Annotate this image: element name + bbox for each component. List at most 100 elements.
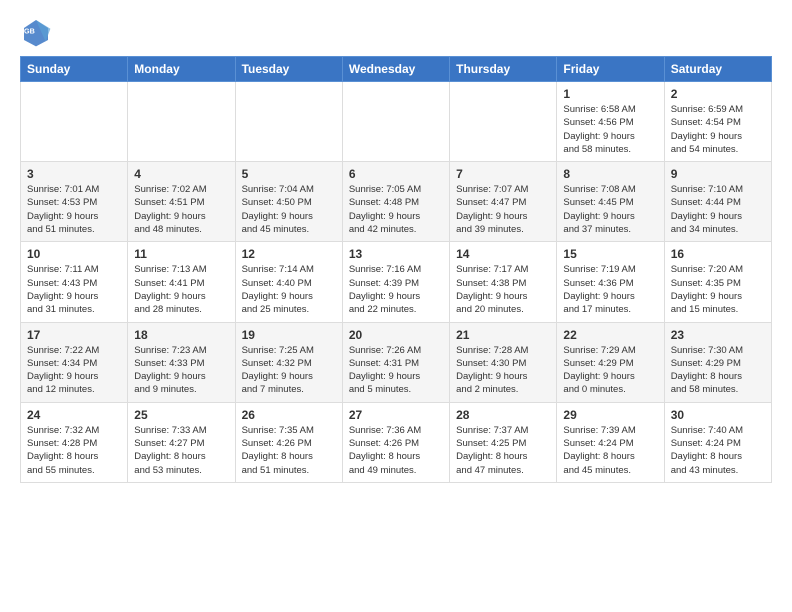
day-number: 22: [563, 328, 657, 342]
day-info: Sunrise: 7:33 AM Sunset: 4:27 PM Dayligh…: [134, 424, 228, 477]
day-number: 18: [134, 328, 228, 342]
calendar-week-row: 10 Sunrise: 7:11 AM Sunset: 4:43 PM Dayli…: [21, 242, 772, 322]
day-number: 19: [242, 328, 336, 342]
calendar-day: 21 Sunrise: 7:28 AM Sunset: 4:30 PM Dayli…: [450, 322, 557, 402]
day-number: 8: [563, 167, 657, 181]
calendar-day: 9 Sunrise: 7:10 AM Sunset: 4:44 PM Daylig…: [664, 162, 771, 242]
day-number: 2: [671, 87, 765, 101]
day-number: 6: [349, 167, 443, 181]
day-number: 21: [456, 328, 550, 342]
calendar-day: 17 Sunrise: 7:22 AM Sunset: 4:34 PM Dayli…: [21, 322, 128, 402]
calendar-day: 18 Sunrise: 7:23 AM Sunset: 4:33 PM Dayli…: [128, 322, 235, 402]
calendar-day: 8Sunrise: 7:08 AM Sunset: 4:45 PM Daylig…: [557, 162, 664, 242]
day-info: Sunrise: 7:10 AM Sunset: 4:44 PM Dayligh…: [671, 183, 765, 236]
calendar-day: [450, 82, 557, 162]
day-info: Sunrise: 7:30 AM Sunset: 4:29 PM Dayligh…: [671, 344, 765, 397]
calendar-day: 2 Sunrise: 6:59 AM Sunset: 4:54 PM Daylig…: [664, 82, 771, 162]
calendar-day: [235, 82, 342, 162]
calendar-header-saturday: Saturday: [664, 57, 771, 82]
calendar-day: 5 Sunrise: 7:04 AM Sunset: 4:50 PM Daylig…: [235, 162, 342, 242]
day-info: Sunrise: 7:35 AM Sunset: 4:26 PM Dayligh…: [242, 424, 336, 477]
day-info: Sunrise: 7:26 AM Sunset: 4:31 PM Dayligh…: [349, 344, 443, 397]
calendar-day: 23 Sunrise: 7:30 AM Sunset: 4:29 PM Dayli…: [664, 322, 771, 402]
calendar-header-thursday: Thursday: [450, 57, 557, 82]
day-info: Sunrise: 7:40 AM Sunset: 4:24 PM Dayligh…: [671, 424, 765, 477]
calendar-day: 26 Sunrise: 7:35 AM Sunset: 4:26 PM Dayli…: [235, 402, 342, 482]
day-number: 3: [27, 167, 121, 181]
day-info: Sunrise: 6:58 AM Sunset: 4:56 PM Dayligh…: [563, 103, 657, 156]
calendar-day: 6 Sunrise: 7:05 AM Sunset: 4:48 PM Daylig…: [342, 162, 449, 242]
calendar-day: 13 Sunrise: 7:16 AM Sunset: 4:39 PM Dayli…: [342, 242, 449, 322]
day-info: Sunrise: 7:22 AM Sunset: 4:34 PM Dayligh…: [27, 344, 121, 397]
day-info: Sunrise: 7:13 AM Sunset: 4:41 PM Dayligh…: [134, 263, 228, 316]
calendar-day: 29 Sunrise: 7:39 AM Sunset: 4:24 PM Dayli…: [557, 402, 664, 482]
day-number: 5: [242, 167, 336, 181]
day-number: 12: [242, 247, 336, 261]
calendar-day: 10 Sunrise: 7:11 AM Sunset: 4:43 PM Dayli…: [21, 242, 128, 322]
day-info: Sunrise: 7:07 AM Sunset: 4:47 PM Dayligh…: [456, 183, 550, 236]
day-number: 15: [563, 247, 657, 261]
calendar-header-wednesday: Wednesday: [342, 57, 449, 82]
day-number: 25: [134, 408, 228, 422]
day-number: 10: [27, 247, 121, 261]
calendar-week-row: 1 Sunrise: 6:58 AM Sunset: 4:56 PM Daylig…: [21, 82, 772, 162]
day-number: 30: [671, 408, 765, 422]
calendar-day: 24Sunrise: 7:32 AM Sunset: 4:28 PM Dayli…: [21, 402, 128, 482]
day-info: Sunrise: 7:04 AM Sunset: 4:50 PM Dayligh…: [242, 183, 336, 236]
day-info: Sunrise: 7:11 AM Sunset: 4:43 PM Dayligh…: [27, 263, 121, 316]
calendar-header-tuesday: Tuesday: [235, 57, 342, 82]
logo: GB: [20, 16, 56, 48]
day-info: Sunrise: 7:29 AM Sunset: 4:29 PM Dayligh…: [563, 344, 657, 397]
calendar-day: 25 Sunrise: 7:33 AM Sunset: 4:27 PM Dayli…: [128, 402, 235, 482]
calendar-header-sunday: Sunday: [21, 57, 128, 82]
day-info: Sunrise: 7:17 AM Sunset: 4:38 PM Dayligh…: [456, 263, 550, 316]
day-number: 26: [242, 408, 336, 422]
day-number: 9: [671, 167, 765, 181]
day-info: Sunrise: 7:19 AM Sunset: 4:36 PM Dayligh…: [563, 263, 657, 316]
day-number: 28: [456, 408, 550, 422]
day-number: 29: [563, 408, 657, 422]
day-info: Sunrise: 7:02 AM Sunset: 4:51 PM Dayligh…: [134, 183, 228, 236]
day-number: 11: [134, 247, 228, 261]
day-info: Sunrise: 7:05 AM Sunset: 4:48 PM Dayligh…: [349, 183, 443, 236]
calendar-week-row: 3 Sunrise: 7:01 AM Sunset: 4:53 PM Daylig…: [21, 162, 772, 242]
day-number: 27: [349, 408, 443, 422]
header: GB: [20, 16, 772, 48]
calendar-week-row: 24Sunrise: 7:32 AM Sunset: 4:28 PM Dayli…: [21, 402, 772, 482]
calendar-week-row: 17 Sunrise: 7:22 AM Sunset: 4:34 PM Dayli…: [21, 322, 772, 402]
day-info: Sunrise: 7:28 AM Sunset: 4:30 PM Dayligh…: [456, 344, 550, 397]
day-info: Sunrise: 7:20 AM Sunset: 4:35 PM Dayligh…: [671, 263, 765, 316]
day-info: Sunrise: 7:16 AM Sunset: 4:39 PM Dayligh…: [349, 263, 443, 316]
calendar-day: 27 Sunrise: 7:36 AM Sunset: 4:26 PM Dayli…: [342, 402, 449, 482]
day-number: 13: [349, 247, 443, 261]
svg-text:GB: GB: [24, 27, 35, 36]
calendar-day: 3 Sunrise: 7:01 AM Sunset: 4:53 PM Daylig…: [21, 162, 128, 242]
day-number: 14: [456, 247, 550, 261]
calendar-header-monday: Monday: [128, 57, 235, 82]
calendar-day: 20 Sunrise: 7:26 AM Sunset: 4:31 PM Dayli…: [342, 322, 449, 402]
day-info: Sunrise: 7:37 AM Sunset: 4:25 PM Dayligh…: [456, 424, 550, 477]
day-number: 20: [349, 328, 443, 342]
calendar-day: 15 Sunrise: 7:19 AM Sunset: 4:36 PM Dayli…: [557, 242, 664, 322]
day-number: 7: [456, 167, 550, 181]
day-info: Sunrise: 7:32 AM Sunset: 4:28 PM Dayligh…: [27, 424, 121, 477]
calendar-header-friday: Friday: [557, 57, 664, 82]
calendar-day: 11 Sunrise: 7:13 AM Sunset: 4:41 PM Dayli…: [128, 242, 235, 322]
day-number: 23: [671, 328, 765, 342]
day-info: Sunrise: 7:36 AM Sunset: 4:26 PM Dayligh…: [349, 424, 443, 477]
calendar-day: 19Sunrise: 7:25 AM Sunset: 4:32 PM Dayli…: [235, 322, 342, 402]
calendar-day: [342, 82, 449, 162]
day-info: Sunrise: 7:23 AM Sunset: 4:33 PM Dayligh…: [134, 344, 228, 397]
calendar-day: 22 Sunrise: 7:29 AM Sunset: 4:29 PM Dayli…: [557, 322, 664, 402]
calendar-day: 28 Sunrise: 7:37 AM Sunset: 4:25 PM Dayli…: [450, 402, 557, 482]
day-number: 17: [27, 328, 121, 342]
calendar-day: 7 Sunrise: 7:07 AM Sunset: 4:47 PM Daylig…: [450, 162, 557, 242]
day-info: Sunrise: 7:01 AM Sunset: 4:53 PM Dayligh…: [27, 183, 121, 236]
day-info: Sunrise: 7:14 AM Sunset: 4:40 PM Dayligh…: [242, 263, 336, 316]
calendar-day: 16Sunrise: 7:20 AM Sunset: 4:35 PM Dayli…: [664, 242, 771, 322]
day-info: Sunrise: 6:59 AM Sunset: 4:54 PM Dayligh…: [671, 103, 765, 156]
day-info: Sunrise: 7:39 AM Sunset: 4:24 PM Dayligh…: [563, 424, 657, 477]
day-number: 1: [563, 87, 657, 101]
calendar-day: 12 Sunrise: 7:14 AM Sunset: 4:40 PM Dayli…: [235, 242, 342, 322]
calendar-header-row: SundayMondayTuesdayWednesdayThursdayFrid…: [21, 57, 772, 82]
